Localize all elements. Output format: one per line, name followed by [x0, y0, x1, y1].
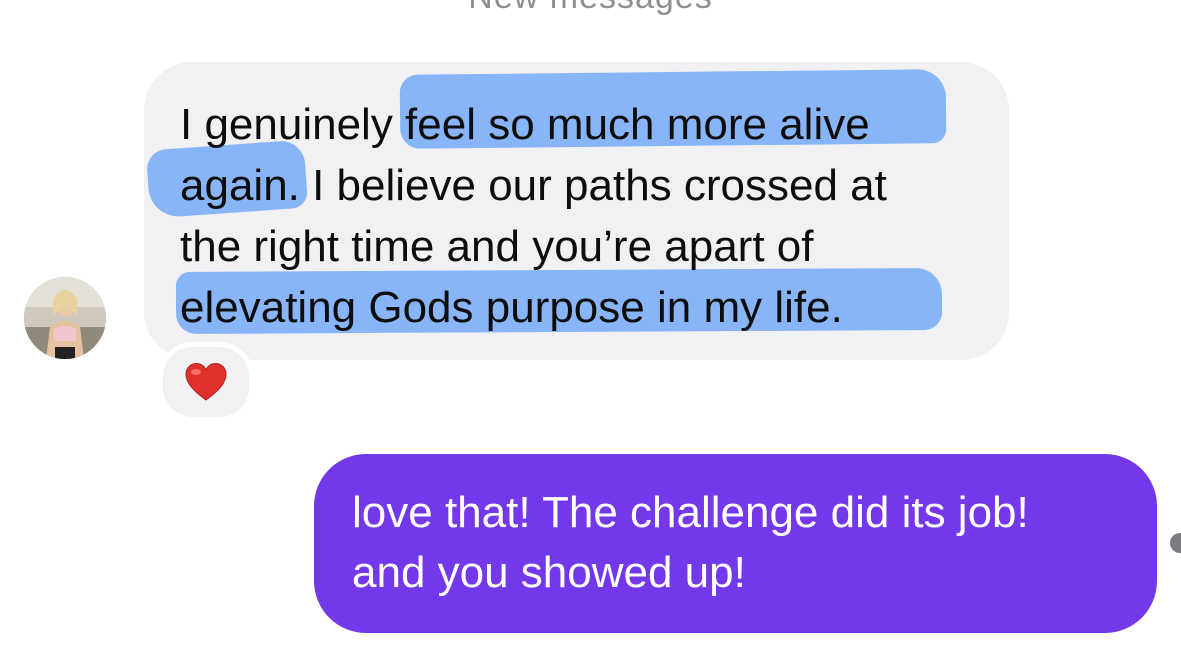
sender-avatar[interactable]	[24, 277, 106, 359]
message-line: again. I believe our paths crossed at	[180, 161, 887, 210]
message-line: the right time and you’re apart of	[180, 222, 814, 271]
red-heart-icon	[185, 362, 227, 401]
message-line: I genuinely feel so much more alive	[180, 100, 870, 149]
message-line: love that! The challenge did its job!	[352, 488, 1029, 537]
read-receipt-dot	[1170, 533, 1181, 553]
avatar-photo	[24, 277, 106, 359]
incoming-message-text: I genuinely feel so much more alive agai…	[180, 94, 1000, 338]
new-messages-divider: New messages	[0, 0, 1181, 17]
outgoing-message-text: love that! The challenge did its job! an…	[352, 483, 1142, 603]
chat-screen: New messages I genuinely feel so much mo…	[0, 0, 1181, 657]
message-line: elevating Gods purpose in my life.	[180, 283, 843, 332]
reaction-badge[interactable]	[158, 342, 254, 422]
message-line: and you showed up!	[352, 548, 746, 597]
